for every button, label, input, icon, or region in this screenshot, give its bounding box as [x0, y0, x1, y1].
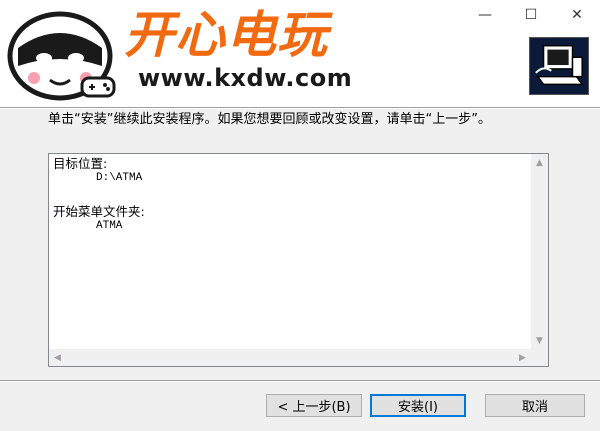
target-location-label: 目标位置: [53, 156, 108, 171]
footer-divider-highlight [0, 381, 600, 382]
scroll-right-icon[interactable]: ▶ [514, 349, 531, 366]
start-menu-folder-value: ATMA [96, 220, 123, 232]
instruction-text: 单击“安装”继续此安装程序。如果您想要回顾或改变设置，请单击“上一步”。 [48, 112, 491, 127]
horizontal-scrollbar[interactable]: ◀ ▶ [49, 349, 531, 366]
install-button[interactable]: 安装(I) [370, 394, 466, 417]
site-logo: 开心电玩 www.kxdw.com [0, 0, 372, 107]
scroll-left-icon[interactable]: ◀ [49, 349, 66, 366]
installer-header: 开心电玩 www.kxdw.com — ☐ ✕ [0, 0, 600, 107]
brand-url: www.kxdw.com [138, 64, 353, 92]
start-menu-folder-label: 开始菜单文件夹: [53, 204, 145, 219]
install-summary-content: 目标位置: D:\ATMA 开始菜单文件夹: ATMA [53, 157, 530, 348]
mascot-icon [7, 11, 116, 101]
back-button[interactable]: < 上一步(B) [266, 394, 362, 417]
minimize-button[interactable]: — [462, 0, 508, 30]
installer-computer-icon [529, 37, 589, 95]
header-divider-highlight [0, 108, 600, 109]
scroll-up-icon[interactable]: ▲ [531, 154, 548, 171]
brand-title: 开心电玩 [124, 6, 328, 64]
window-controls: — ☐ ✕ [462, 0, 600, 30]
scroll-down-icon[interactable]: ▼ [531, 332, 548, 349]
target-location-value: D:\ATMA [96, 172, 143, 184]
maximize-button[interactable]: ☐ [508, 0, 554, 30]
close-button[interactable]: ✕ [554, 0, 600, 30]
scrollbar-corner [531, 349, 548, 366]
vertical-scrollbar[interactable]: ▲ ▼ [531, 154, 548, 349]
install-summary-box[interactable]: 目标位置: D:\ATMA 开始菜单文件夹: ATMA ▲ ▼ ◀ ▶ [48, 153, 549, 367]
cancel-button[interactable]: 取消 [485, 394, 585, 417]
